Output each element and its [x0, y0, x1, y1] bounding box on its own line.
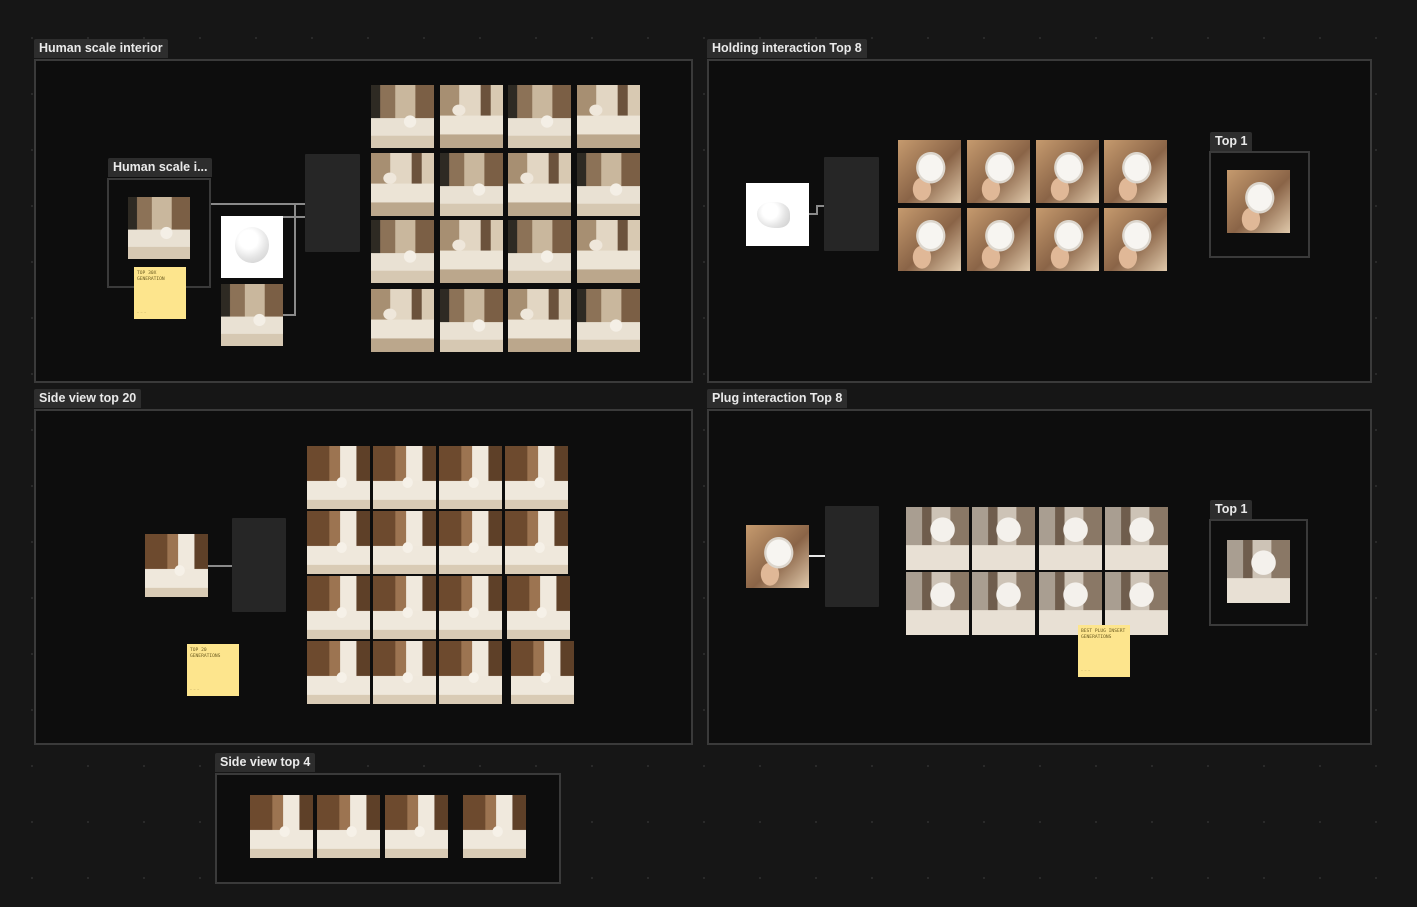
generated-image[interactable] [505, 446, 568, 509]
top1-image[interactable] [1227, 540, 1290, 603]
generated-image[interactable] [898, 140, 961, 203]
frame-side-view-top-4[interactable] [215, 773, 561, 884]
generated-image[interactable] [508, 220, 571, 283]
generated-image[interactable] [577, 220, 640, 283]
generated-image[interactable] [967, 140, 1030, 203]
generated-image[interactable] [1105, 507, 1168, 570]
product-image[interactable] [746, 183, 809, 246]
connector-line [283, 314, 296, 316]
sticky-note-text: TOP 30X GENERATION [137, 271, 165, 282]
generated-image[interactable] [440, 153, 503, 216]
generated-image[interactable] [898, 208, 961, 271]
generated-image[interactable] [967, 208, 1030, 271]
sticky-note[interactable]: TOP 30X GENERATION — — — [134, 267, 186, 319]
connector-line [208, 565, 233, 567]
generated-image[interactable] [507, 576, 570, 639]
frame-label-plug[interactable]: Plug interaction Top 8 [707, 389, 848, 408]
generated-image[interactable] [385, 795, 448, 858]
generated-image[interactable] [577, 85, 640, 148]
subframe-label-human-scale[interactable]: Human scale i... [108, 158, 213, 177]
generated-image[interactable] [1104, 140, 1167, 203]
top1-frame[interactable] [1209, 519, 1308, 626]
connector-line [294, 203, 296, 315]
generated-image[interactable] [511, 641, 574, 704]
generated-image[interactable] [307, 576, 370, 639]
sticky-note[interactable]: BEST PLUG INSERT GENERATIONS — — — [1078, 625, 1130, 677]
generated-image[interactable] [440, 85, 503, 148]
generated-image[interactable] [972, 572, 1035, 635]
reference-image[interactable] [221, 284, 283, 346]
generated-image[interactable] [577, 153, 640, 216]
generated-image[interactable] [371, 153, 434, 216]
top1-frame[interactable] [1209, 151, 1310, 258]
generated-image[interactable] [250, 795, 313, 858]
sticky-note-author: — — — [137, 310, 147, 315]
generated-image[interactable] [1039, 507, 1102, 570]
generated-image[interactable] [440, 289, 503, 352]
generation-node[interactable] [305, 154, 360, 252]
top1-label[interactable]: Top 1 [1210, 132, 1253, 151]
sticky-note-author: — — — [1081, 668, 1091, 673]
generated-image[interactable] [1104, 208, 1167, 271]
frame-label-human-scale[interactable]: Human scale interior [34, 39, 168, 58]
generated-image[interactable] [1036, 140, 1099, 203]
generated-image[interactable] [439, 446, 502, 509]
generated-image[interactable] [972, 507, 1035, 570]
generated-image[interactable] [439, 641, 502, 704]
top1-label[interactable]: Top 1 [1210, 500, 1253, 519]
generation-node[interactable] [824, 157, 879, 251]
frame-label-holding[interactable]: Holding interaction Top 8 [707, 39, 867, 58]
generated-image[interactable] [1036, 208, 1099, 271]
frame-holding-interaction[interactable]: Top 1 [707, 59, 1372, 383]
sticky-note[interactable]: TOP 20 GENERATIONS — — — [187, 644, 239, 696]
frame-label-side4[interactable]: Side view top 4 [215, 753, 316, 772]
generated-image[interactable] [577, 289, 640, 352]
generated-image[interactable] [373, 511, 436, 574]
frame-plug-interaction[interactable]: BEST PLUG INSERT GENERATIONS — — — Top 1 [707, 409, 1372, 745]
input-image[interactable] [746, 525, 809, 588]
frame-side-view-top-20[interactable]: TOP 20 GENERATIONS — — — [34, 409, 693, 745]
generated-image[interactable] [505, 511, 568, 574]
connector-line [809, 555, 826, 557]
generated-image[interactable] [371, 289, 434, 352]
generated-image[interactable] [307, 446, 370, 509]
top1-image[interactable] [1227, 170, 1290, 233]
input-image[interactable] [145, 534, 208, 597]
generated-image[interactable] [371, 220, 434, 283]
product-image[interactable] [221, 216, 283, 278]
generated-image[interactable] [307, 511, 370, 574]
generated-image[interactable] [373, 641, 436, 704]
generated-image[interactable] [508, 289, 571, 352]
generation-node[interactable] [232, 518, 286, 612]
sticky-note-text: TOP 20 GENERATIONS [190, 648, 221, 659]
generated-image[interactable] [317, 795, 380, 858]
frame-label-side20[interactable]: Side view top 20 [34, 389, 142, 408]
sticky-note-author: — — — [190, 687, 200, 692]
generated-image[interactable] [439, 576, 502, 639]
generation-node[interactable] [825, 506, 879, 607]
generated-image[interactable] [373, 576, 436, 639]
generated-image[interactable] [371, 85, 434, 148]
generated-image[interactable] [307, 641, 370, 704]
connector-line [211, 203, 306, 205]
input-image[interactable] [128, 197, 190, 259]
generated-image[interactable] [439, 511, 502, 574]
generated-image[interactable] [906, 507, 969, 570]
generated-image[interactable] [373, 446, 436, 509]
generated-image[interactable] [906, 572, 969, 635]
generated-image[interactable] [508, 153, 571, 216]
generated-image[interactable] [440, 220, 503, 283]
generated-image[interactable] [508, 85, 571, 148]
generated-image[interactable] [463, 795, 526, 858]
sticky-note-text: BEST PLUG INSERT GENERATIONS [1081, 629, 1126, 640]
frame-human-scale-interior[interactable]: Human scale i... TOP 30X GENERATION — — … [34, 59, 693, 383]
